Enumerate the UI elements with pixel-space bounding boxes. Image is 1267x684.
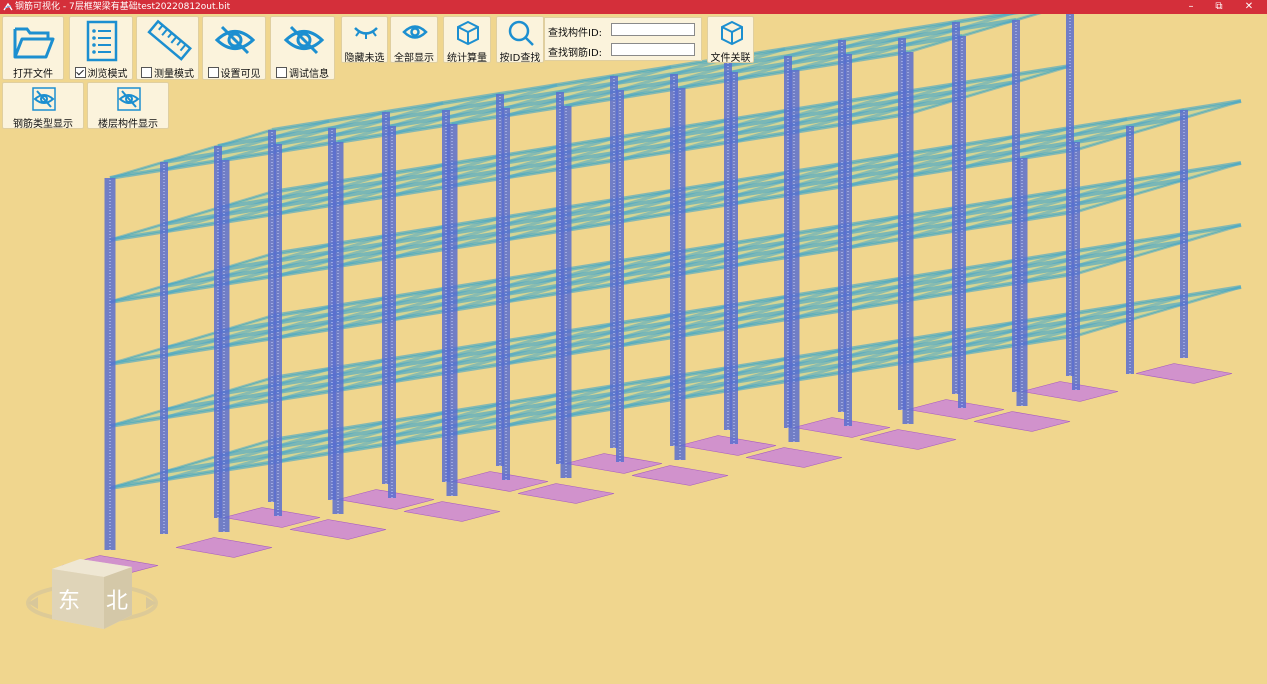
footing [451,471,549,492]
set-visible-button[interactable]: 设置可见 [202,16,266,80]
footing [517,483,615,504]
debug-info-check-icon[interactable] [276,67,287,78]
folder-open-icon [13,27,55,59]
hide-unselected-label: 隐藏未选 [344,53,385,64]
search-icon [508,20,534,46]
footing [403,501,501,522]
find-by-id-label: 按ID查找 [499,53,541,64]
eye-slash-icon [283,25,325,55]
floor-component-display-label: 楼层构件显示 [98,119,158,130]
show-all-label: 全部显示 [394,53,434,64]
find-rebar-input[interactable] [611,43,695,56]
footing [1021,381,1119,402]
footing [793,417,891,438]
open-file-button[interactable]: 打开文件 [2,16,64,80]
statistics-button[interactable]: 统计算量 [443,16,491,64]
title-bar: 钢筋可视化 - 7层框架梁有基础test20220812out.bit – ⧉ … [0,0,1267,14]
footing [289,519,387,540]
minimize-button[interactable]: – [1181,0,1201,14]
cube-face-east[interactable]: 东 [58,583,80,615]
statistics-label: 统计算量 [447,53,487,64]
footing [1135,363,1233,384]
cube-face-north[interactable]: 北 [106,583,128,615]
footing [745,447,843,468]
debug-info-label: 调试信息 [289,69,329,80]
footing [973,411,1071,432]
window-title: 钢筋可视化 - 7层框架梁有基础test20220812out.bit [15,2,231,12]
find-by-id-button[interactable]: 按ID查找 [496,16,544,64]
browse-mode-label: 浏览模式 [87,69,128,80]
floor-component-display-button[interactable]: 楼层构件显示 [87,82,169,130]
measure-mode-label: 测量模式 [154,69,194,80]
app-icon [3,2,13,11]
set-visible-checkbox[interactable]: 设置可见 [203,65,265,80]
eye-slash-box-icon [117,87,141,111]
footing [907,399,1005,420]
view-cube-icon[interactable] [24,553,160,637]
eye-slash-box-icon [32,87,56,111]
close-button[interactable]: ✕ [1239,0,1259,14]
measure-mode-button[interactable]: 测量模式 [136,16,199,80]
restore-button[interactable]: ⧉ [1209,0,1229,14]
set-visible-check-icon[interactable] [207,67,219,78]
rebar-type-display-label: 钢筋类型显示 [13,119,73,130]
document-list-icon [86,20,118,62]
eye-slash-icon [214,25,256,55]
3d-viewport[interactable] [0,14,1267,684]
show-all-button[interactable]: 全部显示 [390,16,438,64]
footing [175,537,273,558]
navigation-cube[interactable]: 东 北 [24,553,160,637]
file-link-button[interactable]: 文件关联 [707,16,754,64]
set-visible-label: 设置可见 [220,69,261,80]
footing [631,465,729,486]
browse-mode-checkbox[interactable]: 浏览模式 [70,65,132,80]
rebar-type-display-button[interactable]: 钢筋类型显示 [2,82,84,130]
debug-info-button[interactable]: 调试信息 [270,16,335,80]
find-component-input[interactable] [611,23,695,36]
find-component-label: 查找构件ID: [548,28,603,39]
footing [337,489,435,510]
ruler-icon [147,19,192,61]
footing [223,507,321,528]
find-rebar-label: 查找钢筋ID: [548,48,603,59]
measure-mode-checkbox[interactable]: 测量模式 [137,65,198,80]
browse-mode-button[interactable]: 浏览模式 [69,16,133,80]
cube-icon [721,20,743,46]
cube-icon [457,20,479,46]
eye-closed-icon [354,27,378,39]
footing [859,429,957,450]
debug-info-checkbox[interactable]: 调试信息 [271,65,334,80]
footing [679,435,777,456]
footing [565,453,663,474]
open-file-label: 打开文件 [13,69,53,80]
eye-icon [402,25,428,39]
hide-unselected-button[interactable]: 隐藏未选 [341,16,388,64]
browse-mode-check-icon[interactable] [74,67,86,78]
building-model[interactable] [0,14,1267,684]
measure-mode-check-icon[interactable] [141,67,152,78]
file-link-label: 文件关联 [710,53,751,64]
id-search-panel: 查找构件ID: 查找钢筋ID: [544,17,702,61]
